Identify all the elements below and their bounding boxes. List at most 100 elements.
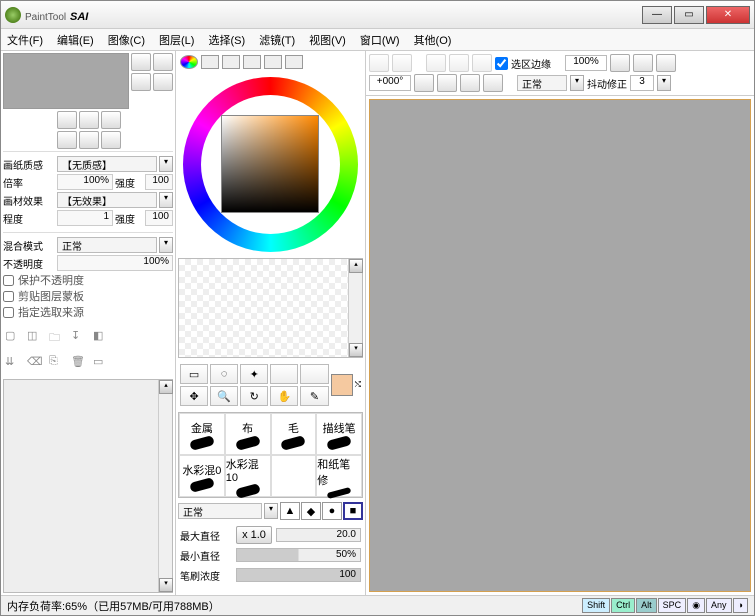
rotate-cw-button[interactable] <box>460 74 480 92</box>
rotate-tool[interactable]: ↻ <box>240 386 268 406</box>
opacity-value[interactable]: 100% <box>57 255 173 271</box>
blend-mode-select[interactable]: 正常 <box>57 237 157 253</box>
magic-wand-tool[interactable]: ✦ <box>240 364 268 384</box>
nav-btn-1[interactable] <box>131 53 151 71</box>
layer-list[interactable]: ▴ ▾ <box>3 379 173 593</box>
stabilizer-value[interactable]: 3 <box>630 75 654 91</box>
swatches-mode-icon[interactable] <box>264 55 282 69</box>
fg-color-swatch[interactable] <box>331 374 353 396</box>
scale-value[interactable]: 100% <box>57 174 113 190</box>
empty-tool-2[interactable] <box>300 364 328 384</box>
gray-mode-icon[interactable] <box>243 55 261 69</box>
rot-reset[interactable] <box>79 131 99 149</box>
scratchpad-mode-icon[interactable] <box>285 55 303 69</box>
view-blend-select[interactable]: 正常 <box>517 75 567 91</box>
undo-button[interactable] <box>369 54 389 72</box>
menu-window[interactable]: 窗口(W) <box>360 32 400 48</box>
layer-mask-icon[interactable]: ◧ <box>93 329 109 345</box>
scroll-down-icon[interactable]: ▾ <box>159 578 173 592</box>
brush-blend-dd-icon[interactable]: ▾ <box>264 503 278 519</box>
menu-other[interactable]: 其他(O) <box>414 32 452 48</box>
canvas[interactable] <box>369 99 751 592</box>
min-dia-slider[interactable]: 50% <box>236 548 361 562</box>
layer-scrollbar[interactable]: ▴ ▾ <box>158 380 172 592</box>
swatch-panel[interactable]: ▴ ▾ <box>178 258 363 358</box>
rotate-reset-button[interactable] <box>437 74 457 92</box>
paper-texture-dd-icon[interactable]: ▾ <box>159 156 173 172</box>
copy-layer-icon[interactable]: ⎘ <box>49 355 65 371</box>
menu-layer[interactable]: 图层(L) <box>159 32 194 48</box>
menu-select[interactable]: 选择(S) <box>208 32 245 48</box>
zoom-reset[interactable] <box>79 111 99 129</box>
color-square[interactable] <box>221 115 319 213</box>
brush-wc10[interactable]: 水彩混10 <box>225 455 271 497</box>
hsv-sliders-mode-icon[interactable] <box>222 55 240 69</box>
rot-ccw[interactable] <box>57 131 77 149</box>
blend-dd-icon[interactable]: ▾ <box>159 237 173 253</box>
new-linework-icon[interactable]: ◫ <box>27 329 43 345</box>
effect-select[interactable]: 【无效果】 <box>57 192 157 208</box>
eyedropper-tool[interactable]: ✎ <box>300 386 328 406</box>
shape-square-icon[interactable]: ■ <box>343 502 363 520</box>
max-dia-value[interactable]: 20.0 <box>276 528 361 542</box>
show-sel-button[interactable] <box>472 54 492 72</box>
swatch-scroll-down-icon[interactable]: ▾ <box>349 343 363 357</box>
move-tool[interactable]: ✥ <box>180 386 208 406</box>
close-button[interactable]: ✕ <box>706 6 750 24</box>
paper-texture-select[interactable]: 【无质感】 <box>57 156 157 172</box>
invert-sel-button[interactable] <box>449 54 469 72</box>
color-wheel-mode-icon[interactable] <box>180 55 198 69</box>
swatch-scrollbar[interactable]: ▴ ▾ <box>348 259 362 357</box>
erase-icon[interactable]: ▭ <box>93 355 109 371</box>
select-rect-tool[interactable]: ▭ <box>180 364 208 384</box>
zoom-plus[interactable] <box>101 111 121 129</box>
brush-hair[interactable]: 毛 <box>271 413 317 455</box>
brush-metal[interactable]: 金属 <box>179 413 225 455</box>
color-wheel[interactable] <box>183 77 358 252</box>
brush-cloth[interactable]: 布 <box>225 413 271 455</box>
transfer-layer-icon[interactable]: ↧ <box>71 329 87 345</box>
brush-line[interactable]: 描线笔 <box>316 413 362 455</box>
sel-edge-check[interactable] <box>495 57 508 70</box>
zoom-minus[interactable] <box>57 111 77 129</box>
density-slider[interactable]: 100 <box>236 568 361 582</box>
clear-layer-icon[interactable]: ⌫ <box>27 355 43 371</box>
swap-colors-icon[interactable]: ⤭ <box>355 380 361 390</box>
menu-view[interactable]: 视图(V) <box>309 32 346 48</box>
flip-h-button[interactable] <box>483 74 503 92</box>
rotate-ccw-button[interactable] <box>414 74 434 92</box>
swatch-scroll-up-icon[interactable]: ▴ <box>349 259 363 273</box>
angle-display[interactable]: +000° <box>369 75 411 91</box>
zoom-in-button[interactable] <box>656 54 676 72</box>
nav-btn-2[interactable] <box>153 53 173 71</box>
rgb-sliders-mode-icon[interactable] <box>201 55 219 69</box>
empty-tool-1[interactable] <box>270 364 298 384</box>
nav-btn-4[interactable] <box>153 73 173 91</box>
nav-btn-3[interactable] <box>131 73 151 91</box>
deselect-button[interactable] <box>426 54 446 72</box>
new-layer-icon[interactable]: ▢ <box>5 329 21 345</box>
max-dia-multiplier[interactable]: x 1.0 <box>236 526 272 544</box>
degree-value[interactable]: 1 <box>57 210 113 226</box>
brush-washi[interactable]: 和纸笔修 <box>316 455 362 497</box>
zoom-out-button[interactable] <box>610 54 630 72</box>
zoom-display[interactable]: 100% <box>565 55 607 71</box>
shape-dot-icon[interactable]: ● <box>322 502 342 520</box>
scroll-up-icon[interactable]: ▴ <box>159 380 173 394</box>
maximize-button[interactable]: ▭ <box>674 6 704 24</box>
minimize-button[interactable]: — <box>642 6 672 24</box>
lasso-tool[interactable]: ◌ <box>210 364 238 384</box>
new-folder-icon[interactable]: 🗀 <box>49 329 65 345</box>
effect-dd-icon[interactable]: ▾ <box>159 192 173 208</box>
zoom-fit-button[interactable] <box>633 54 653 72</box>
brush-blend-select[interactable]: 正常 <box>178 503 262 519</box>
shape-round-icon[interactable]: ▲ <box>280 502 300 520</box>
shape-flat-icon[interactable]: ◆ <box>301 502 321 520</box>
hand-tool[interactable]: ✋ <box>270 386 298 406</box>
merge-down-icon[interactable]: ⇊ <box>5 355 21 371</box>
brush-empty[interactable] <box>271 455 317 497</box>
degree-strength-value[interactable]: 100 <box>145 210 173 226</box>
menu-filter[interactable]: 滤镜(T) <box>259 32 295 48</box>
view-blend-dd-icon[interactable]: ▾ <box>570 75 584 91</box>
clip-mask-check[interactable]: 剪贴图层蒙板 <box>3 288 173 304</box>
